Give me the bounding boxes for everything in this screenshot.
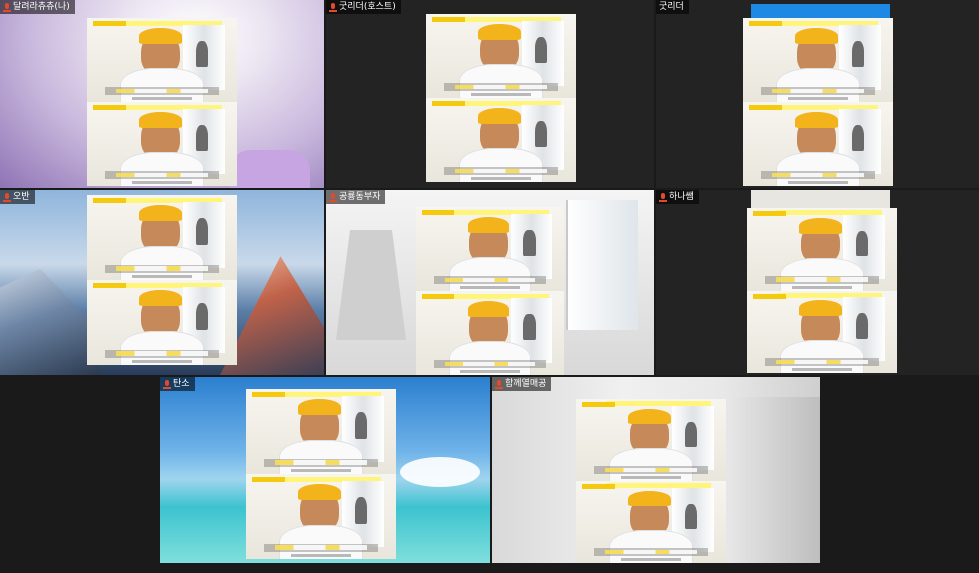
participant-video [747,208,897,373]
participant-name: 오반 [13,192,30,202]
hallway-window [566,200,638,330]
participant-name: 하나쌤 [669,192,694,202]
participant-name-tag: 오반 [0,190,35,204]
participant-tile-p5[interactable]: 공룡동부자 [326,190,654,375]
participant-video [87,18,237,186]
participant-name: 탄소 [173,379,190,389]
participant-name-tag: 공룡동부자 [326,190,386,204]
participant-tile-p2[interactable]: 굿리더(호스트) [326,0,654,188]
participant-video [426,14,576,182]
mic-muted-icon [659,192,667,202]
mic-muted-icon [3,192,11,202]
participant-name-tag: 함께열매공 [492,377,552,391]
participant-name-tag: 굿리더 [656,0,689,14]
participant-tile-p3[interactable]: 굿리더 [656,0,979,188]
video-banner [751,4,890,18]
participant-video [576,399,726,563]
participant-tile-p4[interactable]: 오반 [0,190,324,375]
participant-name-tag: 굿리더(호스트) [326,0,401,14]
participant-name-tag: 달려라츄츄(나) [0,0,75,14]
participant-video [416,207,564,375]
video-top-strip [751,190,890,208]
bg-shape [230,150,310,188]
participant-name-tag: 탄소 [160,377,195,391]
mic-muted-icon [163,379,171,389]
room-corner [732,397,820,563]
participant-name: 공룡동부자 [339,192,381,202]
participant-name: 굿리더(호스트) [339,2,396,12]
participant-name-tag: 하나쌤 [656,190,699,204]
mic-muted-icon [3,2,11,12]
participant-video [743,18,893,186]
participant-video [87,195,237,365]
mic-muted-icon [495,379,503,389]
mic-muted-icon [329,192,337,202]
participant-tile-p6[interactable]: 하나쌤 [656,190,979,375]
participant-name: 달려라츄츄(나) [13,2,70,12]
participant-tile-p1[interactable]: 달려라츄츄(나) [0,0,324,188]
participant-name: 함께열매공 [505,379,547,389]
participant-tile-p7[interactable]: 탄소 [160,377,490,563]
beach-cloud [400,457,480,487]
participant-name: 굿리더 [659,2,684,12]
participant-video [246,389,396,559]
participant-tile-p8[interactable]: 함께열매공 [492,377,820,563]
mic-muted-icon [329,2,337,12]
